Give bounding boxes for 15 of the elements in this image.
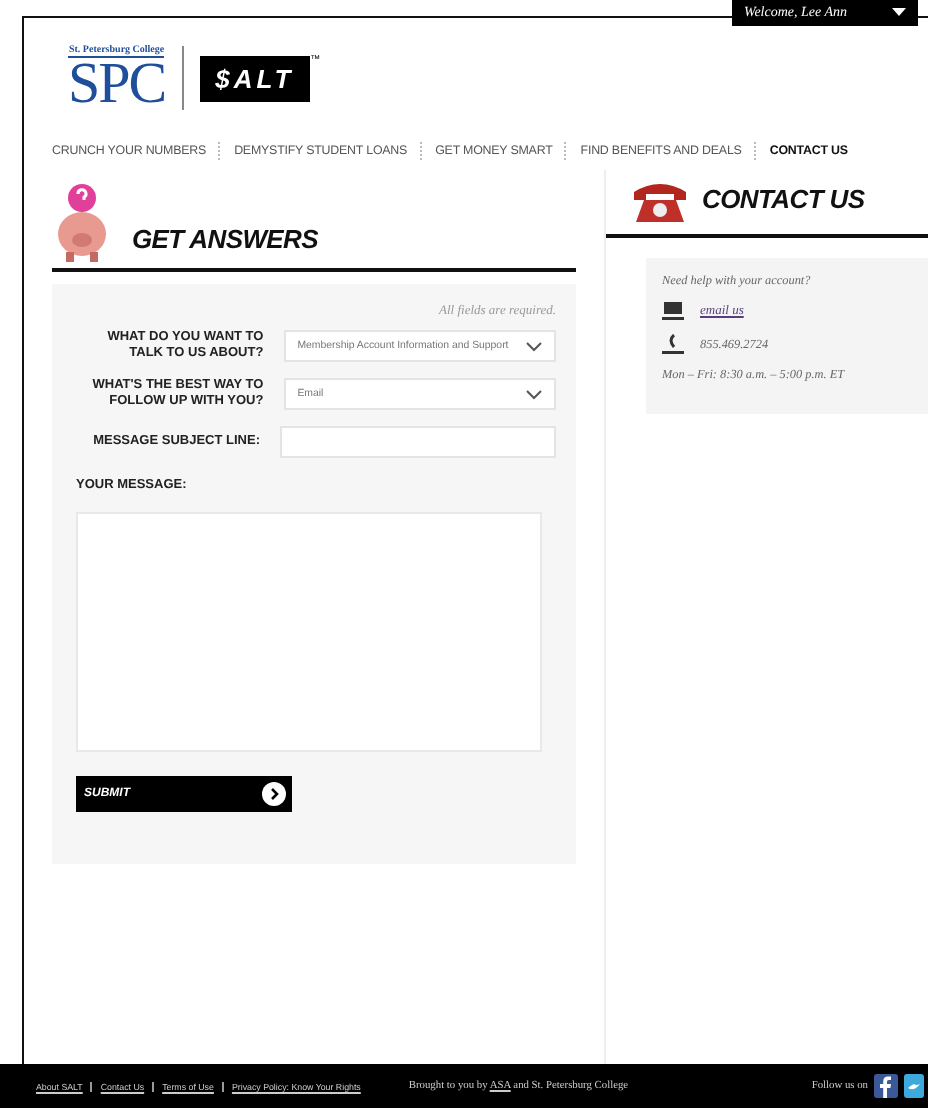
section-title: GET ANSWERS: [132, 224, 319, 254]
college-logo[interactable]: SPC: [68, 58, 166, 110]
phone-icon: [662, 334, 684, 354]
arrow-right-icon: [262, 782, 286, 806]
input-field[interactable]: [280, 426, 556, 458]
piggy-bank-icon: [56, 182, 108, 262]
telephone-icon: [630, 180, 690, 224]
brand-logo[interactable]: $ALT: [199, 55, 311, 101]
section-title: CONTACT US: [702, 183, 865, 213]
chevron-down-icon: [526, 341, 542, 351]
chevron-down-icon: [526, 389, 542, 399]
computer-icon: [662, 302, 684, 320]
bird-icon[interactable]: [904, 1074, 924, 1098]
facebook-icon[interactable]: [874, 1074, 898, 1098]
caret-icon: [892, 8, 906, 16]
